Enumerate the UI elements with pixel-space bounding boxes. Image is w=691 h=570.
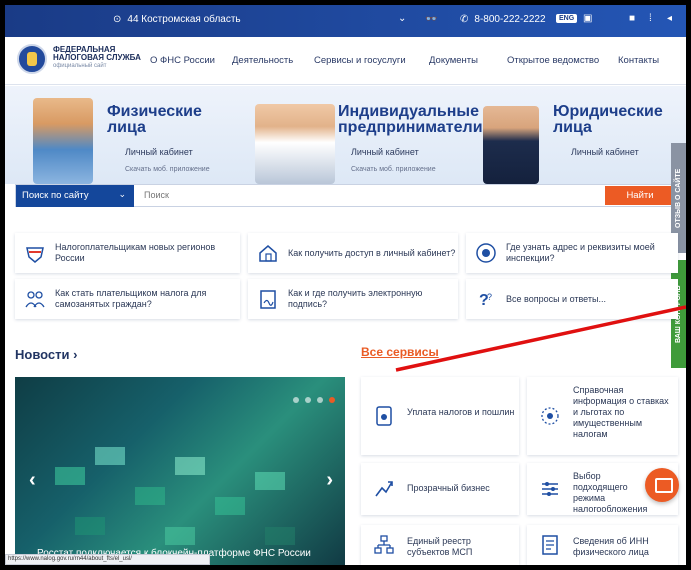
quick-link-all-faq[interactable]: ?? Все вопросы и ответы... (466, 279, 678, 319)
service-card-inn-info[interactable]: Сведения об ИНН физического лица (527, 525, 678, 565)
quick-link-label: Как получить доступ в личный кабинет? (288, 247, 456, 258)
phone-number: 8-800-222-2222 (474, 14, 546, 25)
nav-contacts[interactable]: Контакты (618, 55, 659, 66)
hotline-phone[interactable]: ✆ 8-800-222-2222 (460, 14, 546, 25)
service-label: Единый реестр субъектов МСП (407, 536, 473, 557)
region-selector[interactable]: ⊙ 44 Костромская область (113, 14, 241, 25)
service-label: Уплата налогов и пошлин (407, 407, 515, 417)
payment-card-icon (376, 406, 392, 426)
location-pin-icon: ⊙ (113, 14, 122, 25)
carousel-dot-active[interactable] (329, 397, 335, 403)
nav-open-agency[interactable]: Открытое ведомство (507, 55, 599, 66)
legal-entities-photo (483, 106, 539, 184)
carousel-prev-icon[interactable]: ‹ (29, 469, 36, 492)
quick-link-self-employed[interactable]: Как стать плательщиком налога для самоза… (15, 279, 240, 319)
phone-icon: ✆ (460, 14, 469, 25)
region-label: 44 Костромская область (127, 14, 241, 25)
language-switch-button[interactable]: ENG (556, 14, 578, 23)
search-scope-select[interactable]: Поиск по сайту ⌄ (16, 185, 134, 207)
search-input[interactable] (144, 190, 494, 200)
nav-activity[interactable]: Деятельность (232, 55, 293, 66)
quick-link-label: Налогоплательщикам новых регионов России (55, 242, 216, 263)
sliders-icon (542, 482, 558, 496)
carousel-dot[interactable] (305, 397, 311, 403)
service-label: Справочная информация о ставках и льгота… (573, 385, 669, 439)
low-vision-icon[interactable]: 👓 (425, 14, 437, 25)
quick-link-new-regions[interactable]: Налогоплательщикам новых регионов России (15, 233, 240, 273)
russia-map-icon (23, 241, 47, 265)
house-icon (256, 241, 280, 265)
individuals-app-link[interactable]: Скачать моб. приложение (125, 166, 210, 173)
id-document-icon (542, 535, 558, 555)
question-icon: ?? (474, 287, 498, 311)
individuals-title[interactable]: Физические лица (107, 104, 227, 136)
service-card-tax-payment[interactable]: Уплата налогов и пошлин (361, 377, 519, 455)
chat-icon[interactable]: ▣ (583, 13, 592, 24)
signature-document-icon (256, 287, 280, 311)
news-carousel[interactable]: ‹ › Росстат подключается к блокчейн-плат… (15, 377, 345, 565)
grid-icon[interactable]: ■ (629, 13, 635, 24)
user-icon[interactable]: ⁞ (649, 13, 652, 24)
site-logo-text[interactable]: ФЕДЕРАЛЬНАЯ НАЛОГОВАЯ СЛУЖБА официальный… (53, 46, 141, 70)
chevron-right-icon: › (73, 347, 78, 362)
browser-viewport: ⊙ 44 Костромская область ⌄ 👓 ✆ 8-800-222… (5, 5, 686, 565)
carousel-next-icon[interactable]: › (326, 469, 333, 492)
news-image (55, 447, 295, 545)
service-label: Сведения об ИНН физического лица (573, 536, 649, 557)
svg-text:?: ? (487, 292, 492, 302)
emblem-icon (474, 241, 498, 265)
news-title: Новости (15, 347, 70, 362)
quick-link-label: Как и где получить электронную подпись? (288, 288, 423, 309)
service-label: Выбор подходящего режима налогообложения (573, 471, 648, 514)
nav-documents[interactable]: Документы (429, 55, 478, 66)
top-bar: ⊙ 44 Костромская область ⌄ 👓 ✆ 8-800-222… (5, 5, 686, 37)
carousel-dot[interactable] (317, 397, 323, 403)
chevron-down-icon: ⌄ (118, 189, 126, 199)
legal-entities-cabinet-link[interactable]: Личный кабинет (571, 147, 639, 157)
site-search-bar: Поиск по сайту ⌄ Найти (15, 184, 678, 207)
site-header: ФЕДЕРАЛЬНАЯ НАЛОГОВАЯ СЛУЖБА официальный… (5, 37, 686, 85)
share-icon[interactable]: ◂ (667, 13, 672, 24)
fns-emblem-icon[interactable] (17, 44, 47, 74)
quick-link-cabinet-access[interactable]: Как получить доступ в личный кабинет? (248, 233, 458, 273)
chevron-down-icon[interactable]: ⌄ (398, 13, 406, 24)
chart-arrow-icon (375, 481, 393, 497)
nav-services[interactable]: Сервисы и госуслуги (314, 55, 406, 66)
browser-status-url: https://www.nalog.gov.ru/rn44/about_fts/… (5, 554, 210, 565)
entrepreneurs-cabinet-link[interactable]: Личный кабинет (351, 147, 419, 157)
chat-bubble-button[interactable] (645, 468, 679, 502)
individuals-cabinet-link[interactable]: Личный кабинет (125, 147, 193, 157)
carousel-dot[interactable] (293, 397, 299, 403)
search-button[interactable]: Найти (605, 186, 675, 205)
service-label: Прозрачный бизнес (407, 483, 490, 493)
legal-entities-title[interactable]: Юридические лица (553, 104, 663, 136)
snowflake-percent-icon (541, 407, 559, 425)
service-card-transparent-business[interactable]: Прозрачный бизнес (361, 463, 519, 515)
all-services-link[interactable]: Все сервисы (361, 345, 439, 359)
nav-about[interactable]: О ФНС России (150, 55, 215, 66)
entrepreneurs-title[interactable]: Индивидуальные предприниматели (338, 104, 483, 136)
quick-link-label: Где узнать адрес и реквизиты моей инспек… (506, 242, 655, 263)
search-scope-label: Поиск по сайту (22, 190, 89, 201)
quick-link-inspection-details[interactable]: Где узнать адрес и реквизиты моей инспек… (466, 233, 678, 273)
quick-link-label: Все вопросы и ответы... (506, 293, 606, 304)
service-card-property-tax-info[interactable]: Справочная информация о ставках и льгота… (527, 377, 678, 455)
quick-link-label: Как стать плательщиком налога для самоза… (55, 288, 207, 309)
news-heading[interactable]: Новости › (15, 347, 77, 362)
hero-banner: Физические лица Личный кабинет Скачать м… (5, 86, 686, 184)
org-structure-icon (374, 535, 394, 554)
quick-link-e-signature[interactable]: Как и где получить электронную подпись? (248, 279, 458, 319)
entrepreneurs-app-link[interactable]: Скачать моб. приложение (351, 166, 436, 173)
people-icon (23, 287, 47, 311)
service-card-sme-registry[interactable]: Единый реестр субъектов МСП (361, 525, 519, 565)
individuals-photo (33, 98, 93, 184)
carousel-dots (293, 397, 335, 403)
entrepreneurs-photo (255, 104, 335, 184)
logo-subtitle: официальный сайт (53, 63, 107, 69)
logo-line-2: НАЛОГОВАЯ СЛУЖБА (53, 53, 141, 62)
